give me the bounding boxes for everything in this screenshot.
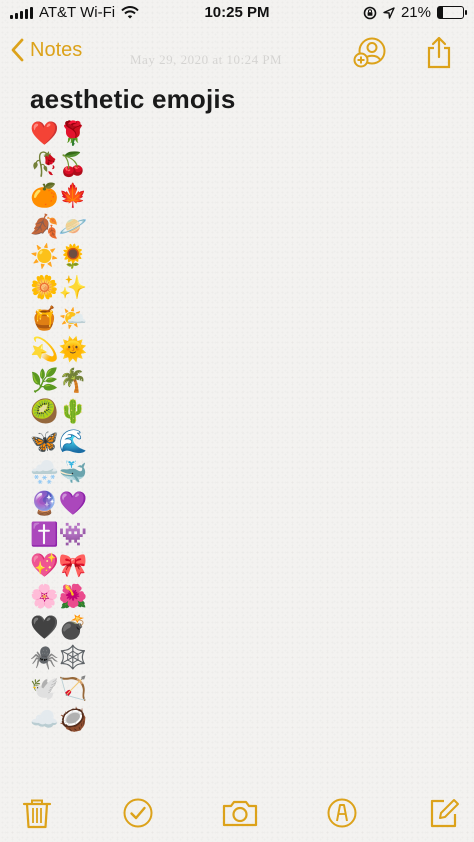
compose-icon[interactable] (428, 797, 460, 829)
emoji-row: 🥝🌵 (30, 397, 88, 424)
status-bar: AT&T Wi-Fi 10:25 PM 21% (0, 0, 474, 26)
emoji-row: 🌼✨ (30, 274, 88, 301)
emoji-row: 💫🌞 (30, 335, 88, 362)
chevron-left-icon (11, 38, 24, 62)
emoji-row: ☁️🥥 (30, 706, 88, 733)
battery-percent: 21% (400, 4, 431, 21)
share-icon[interactable] (425, 36, 453, 70)
emoji-row: ❤️🌹 (30, 120, 88, 146)
trash-icon[interactable] (21, 797, 53, 829)
emoji-row: 🍊🍁 (30, 181, 88, 208)
add-people-icon[interactable] (352, 36, 388, 68)
emoji-row: 🦋🌊 (30, 428, 88, 455)
emoji-row: 🖤💣 (30, 613, 88, 640)
back-button[interactable]: Notes (10, 38, 82, 62)
note-title: aesthetic emojis (30, 84, 236, 114)
emoji-row: 🌨️🐳 (30, 459, 88, 486)
battery-level (438, 7, 444, 18)
location-arrow-icon (383, 6, 395, 19)
emoji-row: 🥀🍒 (30, 150, 88, 177)
markup-icon[interactable] (326, 797, 358, 829)
emoji-row: 🌿🌴 (30, 366, 88, 393)
emoji-row: 🕷️🕸️ (30, 644, 88, 671)
emoji-row: 🕊️🏹 (30, 675, 88, 702)
orientation-lock-icon (363, 6, 377, 19)
emoji-list[interactable]: ❤️🌹 🥀🍒 🍊🍁 🍂🪐 ☀️🌻 🌼✨ 🍯🌤️ 💫🌞 🌿🌴 🥝🌵 🦋🌊 🌨️🐳 🔮💜 ✝️👾 💖🎀 🌸🌺 🖤💣 🕷… (30, 118, 87, 735)
status-right: 21% (363, 4, 467, 21)
back-label: Notes (30, 38, 83, 61)
note-date: May 29, 2020 at 10:24 PM (130, 52, 283, 67)
camera-icon[interactable] (222, 797, 258, 829)
emoji-row: ✝️👾 (30, 520, 88, 547)
emoji-row: 🌸🌺 (30, 582, 88, 609)
battery-icon (437, 6, 467, 19)
emoji-row: ☀️🌻 (30, 243, 88, 270)
checklist-icon[interactable] (122, 797, 154, 829)
emoji-row: 🍯🌤️ (30, 305, 88, 332)
emoji-row: 💖🎀 (30, 551, 88, 578)
emoji-row: 🔮💜 (30, 490, 88, 517)
emoji-row: 🍂🪐 (30, 212, 88, 239)
